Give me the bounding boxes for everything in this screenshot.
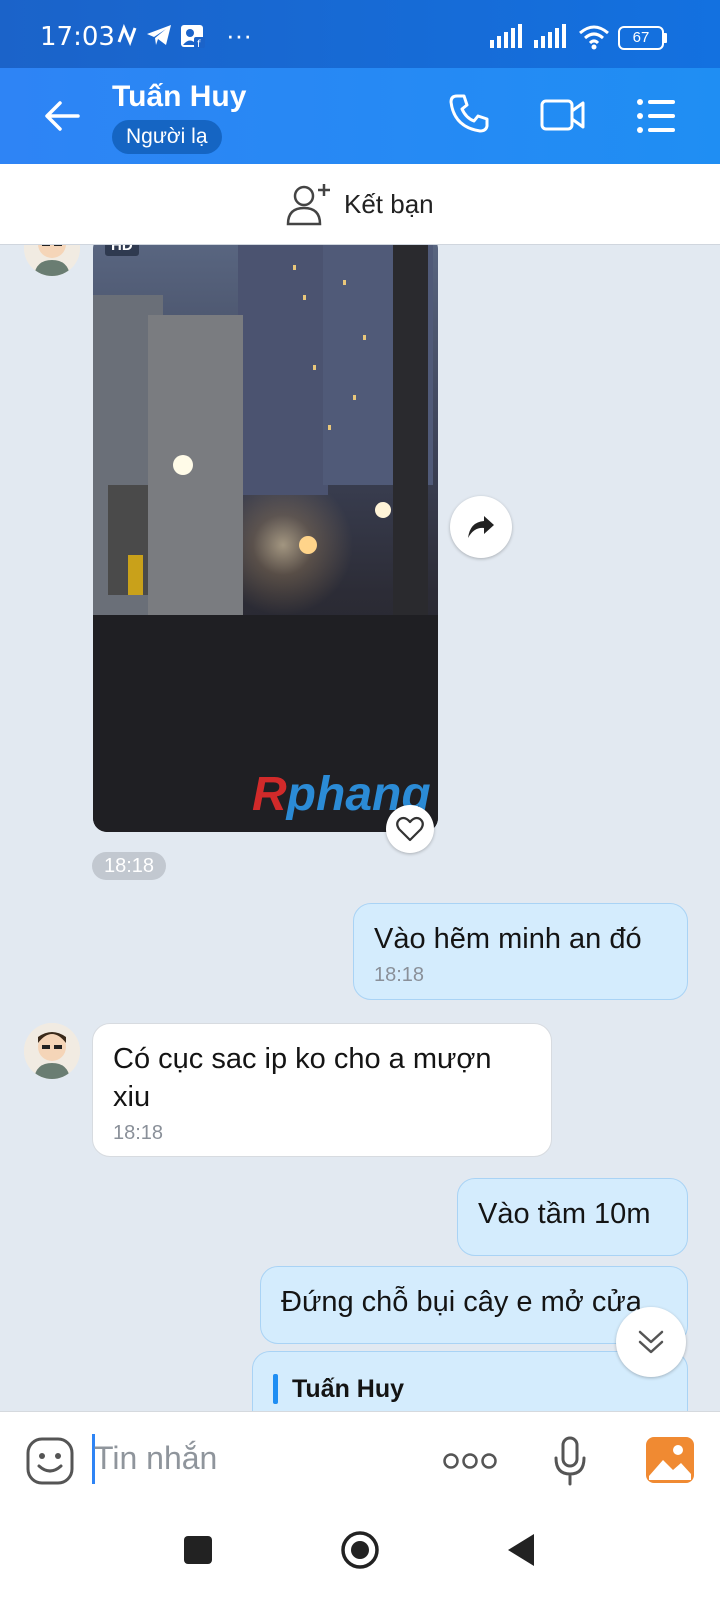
sticker-icon[interactable] (25, 1436, 75, 1486)
video-thumbnail (93, 245, 438, 832)
heart-icon (396, 816, 424, 842)
system-nav-bar (0, 1508, 720, 1600)
double-chevron-down-icon (638, 1330, 664, 1354)
message-time: 18:18 (92, 852, 167, 880)
microphone-icon[interactable] (553, 1436, 587, 1486)
message-time: 18:18 (374, 964, 425, 986)
reply-bar (273, 1374, 278, 1404)
quoted-reply: Tuấn Huy (273, 1370, 667, 1408)
add-friend-button[interactable]: Kết bạn (286, 180, 434, 228)
stranger-badge: Người lạ (112, 120, 222, 154)
svg-text:f: f (197, 39, 201, 50)
telegram-icon (147, 25, 171, 45)
video-message[interactable]: HD (93, 245, 438, 832)
signal-icon (534, 24, 566, 48)
outgoing-message[interactable]: Vào hẽm minh an đó 18:18 (353, 903, 688, 1000)
battery-tip (663, 33, 667, 43)
react-button[interactable] (386, 805, 434, 853)
back-arrow-icon[interactable] (42, 96, 82, 136)
more-dots-icon: ··· (226, 20, 252, 50)
add-friend-bar: Kết bạn (0, 164, 720, 245)
signal-icon (490, 24, 522, 48)
back-button[interactable] (506, 1532, 536, 1568)
status-bar: 17:03 f ··· 67 (0, 0, 720, 68)
home-button[interactable] (340, 1530, 380, 1570)
recent-apps-button[interactable] (184, 1536, 212, 1564)
video-call-icon[interactable] (540, 96, 586, 134)
facebook-contact-icon: f (181, 25, 205, 50)
add-friend-label: Kết bạn (344, 188, 434, 219)
message-text: Vào tầm 10m (478, 1198, 651, 1230)
message-text: Có cục sac ip ko cho a mượn xiu (113, 1043, 492, 1113)
hd-badge: HD (105, 245, 139, 256)
scroll-to-bottom-button[interactable] (616, 1307, 686, 1377)
add-user-icon (286, 184, 330, 226)
share-arrow-icon (468, 516, 494, 538)
share-button[interactable] (450, 496, 512, 558)
more-options-icon[interactable] (442, 1452, 498, 1470)
message-text: Đứng chỗ bụi cây e mở cửa (281, 1286, 642, 1318)
battery-level: 67 (632, 29, 650, 46)
message-input-bar: Tin nhắn (0, 1411, 720, 1509)
message-input[interactable]: Tin nhắn (94, 1440, 217, 1477)
avatar[interactable] (24, 245, 80, 276)
phone-call-icon[interactable] (448, 92, 490, 134)
chat-header: Tuấn Huy Người lạ (0, 68, 720, 164)
avatar[interactable] (24, 1023, 80, 1079)
image-gallery-icon[interactable] (645, 1436, 695, 1484)
outgoing-message[interactable]: Vào tầm 10m (457, 1178, 688, 1256)
n-icon (117, 24, 137, 46)
chat-area[interactable]: HD Rphang 18:18 Vào hẽm minh an đó 18:18… (0, 245, 720, 1411)
menu-list-icon[interactable] (636, 98, 676, 134)
reply-author: Tuấn Huy (292, 1375, 405, 1403)
status-time: 17:03 (40, 22, 115, 52)
battery-icon: 67 (618, 26, 664, 50)
incoming-message[interactable]: Có cục sac ip ko cho a mượn xiu 18:18 (92, 1023, 552, 1157)
wifi-icon (579, 25, 609, 50)
message-time: 18:18 (113, 1122, 164, 1144)
contact-name[interactable]: Tuấn Huy (112, 80, 246, 114)
message-text: Vào hẽm minh an đó (374, 923, 642, 955)
